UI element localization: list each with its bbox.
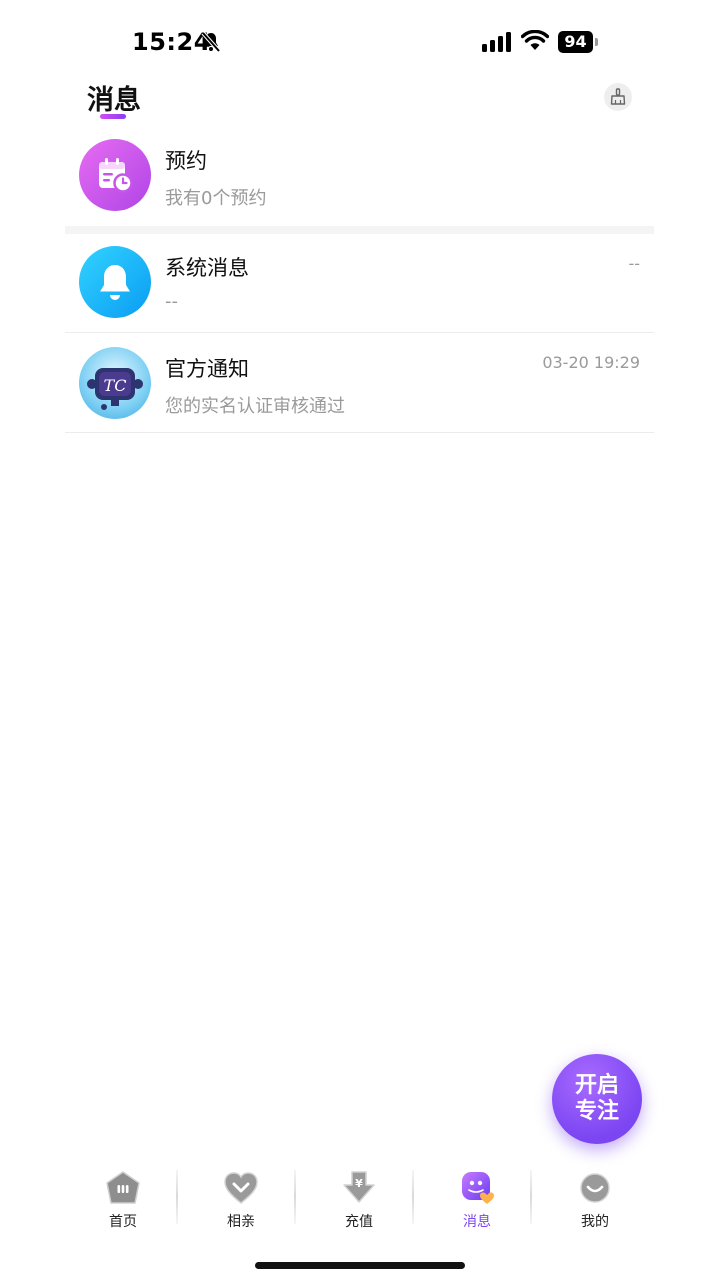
signal-icon bbox=[482, 32, 511, 52]
profile-icon bbox=[577, 1170, 613, 1206]
focus-button-line1: 开启 bbox=[574, 1073, 619, 1098]
tab-label: 消息 bbox=[463, 1214, 491, 1230]
message-icon bbox=[459, 1170, 495, 1206]
list-item-time: 03-20 19:29 bbox=[542, 353, 640, 372]
broom-icon bbox=[610, 88, 626, 105]
list-item-official-notice[interactable]: TC 官方通知 您的实名认证审核通过 03-20 19:29 bbox=[65, 333, 654, 432]
bell-slash-icon bbox=[201, 31, 221, 53]
battery-level: 94 bbox=[558, 31, 593, 53]
tab-label: 相亲 bbox=[227, 1214, 255, 1230]
heart-icon bbox=[223, 1170, 259, 1206]
svg-text:TC: TC bbox=[104, 376, 127, 395]
list-item-title: 系统消息 bbox=[165, 256, 249, 280]
tab-recharge[interactable]: ¥ 充值 bbox=[300, 1166, 418, 1236]
svg-text:¥: ¥ bbox=[355, 1177, 363, 1190]
focus-mode-button[interactable]: 开启 专注 bbox=[552, 1054, 642, 1144]
focus-button-line2: 专注 bbox=[574, 1099, 619, 1124]
row-divider bbox=[65, 432, 654, 433]
home-indicator bbox=[255, 1262, 465, 1269]
tab-divider bbox=[530, 1170, 532, 1224]
tc-robot-avatar: TC bbox=[79, 347, 151, 419]
tab-divider bbox=[294, 1170, 296, 1224]
tab-profile[interactable]: 我的 bbox=[536, 1166, 654, 1236]
home-icon bbox=[105, 1170, 141, 1206]
list-item-title: 官方通知 bbox=[165, 357, 249, 381]
list-item-subtitle: 您的实名认证审核通过 bbox=[165, 396, 345, 417]
tab-matchmaking[interactable]: 相亲 bbox=[182, 1166, 300, 1236]
tab-label: 首页 bbox=[109, 1214, 137, 1230]
section-divider bbox=[65, 226, 654, 234]
list-item-time: -- bbox=[628, 254, 640, 273]
list-item-appointment[interactable]: 预约 我有0个预约 bbox=[65, 136, 654, 226]
tab-divider bbox=[412, 1170, 414, 1224]
wifi-icon bbox=[521, 30, 549, 50]
tab-label: 充值 bbox=[345, 1214, 373, 1230]
title-underline bbox=[100, 114, 126, 119]
list-item-title: 预约 bbox=[165, 149, 207, 173]
clear-messages-button[interactable] bbox=[604, 83, 632, 111]
yuan-icon: ¥ bbox=[341, 1170, 377, 1206]
tab-home[interactable]: 首页 bbox=[64, 1166, 182, 1236]
list-item-system-messages[interactable]: 系统消息 -- -- bbox=[65, 234, 654, 332]
page-title: 消息 bbox=[87, 85, 141, 116]
tab-label: 我的 bbox=[581, 1214, 609, 1230]
tab-messages[interactable]: 消息 bbox=[418, 1166, 536, 1236]
bell-icon bbox=[79, 246, 151, 318]
list-item-subtitle: -- bbox=[165, 291, 178, 312]
list-item-subtitle: 我有0个预约 bbox=[165, 188, 267, 209]
tab-divider bbox=[176, 1170, 178, 1224]
battery-icon: 94 bbox=[558, 31, 598, 53]
calendar-clock-icon bbox=[79, 139, 151, 211]
